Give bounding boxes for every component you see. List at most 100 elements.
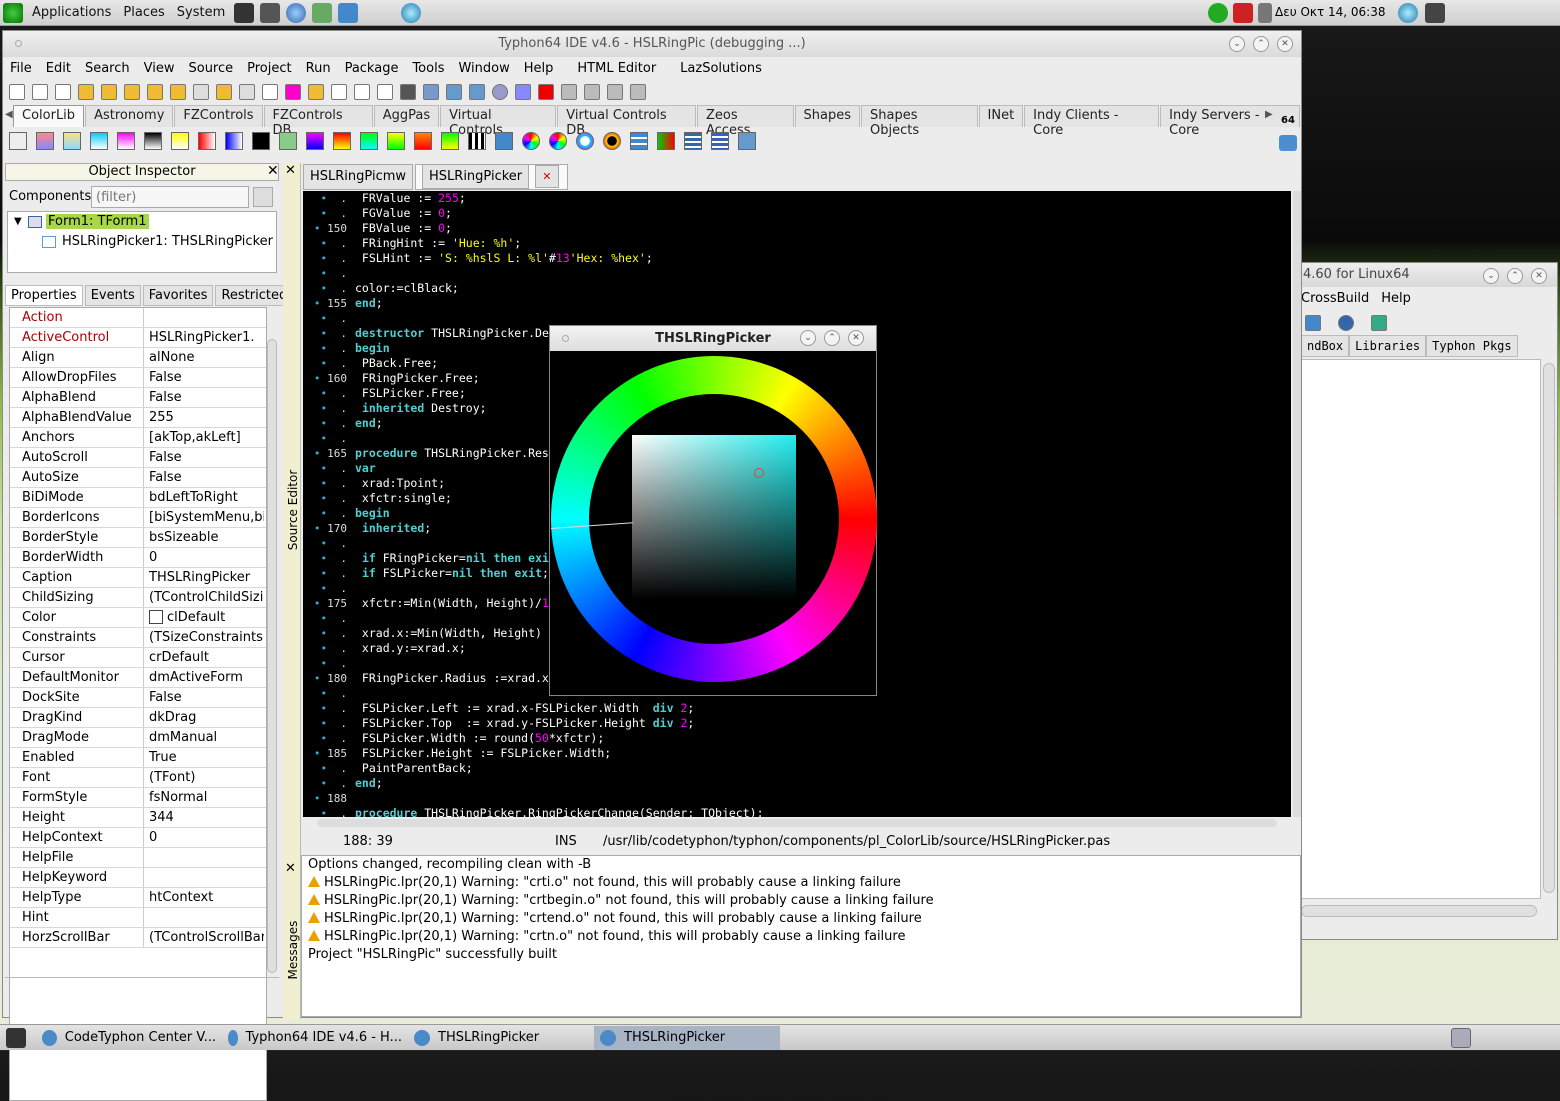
property-value[interactable]: False [144, 688, 264, 707]
property-row[interactable]: AutoScroll False [10, 448, 266, 468]
oi-tab-properties[interactable]: Properties [5, 285, 83, 306]
terminal-icon[interactable] [234, 2, 255, 23]
stop-icon[interactable] [538, 84, 554, 100]
typhon-swirl-icon[interactable] [401, 2, 422, 23]
code-line[interactable]: • . [303, 266, 1283, 281]
code-line[interactable]: • . color:=clBlack; [303, 281, 1283, 296]
se-close-icon[interactable]: ✕ [285, 163, 296, 178]
browser-icon[interactable] [286, 2, 307, 23]
property-value[interactable]: 344 [144, 808, 264, 827]
open-recent-icon[interactable] [101, 84, 117, 100]
property-value[interactable] [144, 908, 264, 927]
menu-source[interactable]: Source [181, 61, 240, 76]
property-value[interactable]: False [144, 368, 264, 387]
open-project-icon[interactable] [124, 84, 140, 100]
code-line[interactable]: • . [303, 311, 1283, 326]
property-row[interactable]: AlphaBlendValue 255 [10, 408, 266, 428]
clock[interactable]: Δευ Οκτ 14, 06:38 [1275, 5, 1386, 19]
property-row[interactable]: ▸BorderIcons[biSystemMenu,bi [10, 508, 266, 528]
palette-component-icon[interactable] [657, 132, 675, 150]
palette-tab-fzcontrols-db[interactable]: FZControls DB [263, 105, 373, 138]
bg-menu-crossbuild[interactable]: CrossBuild [1301, 291, 1369, 306]
package-icon[interactable] [308, 84, 324, 100]
tools-icon[interactable] [312, 2, 333, 23]
code-line[interactable]: • . FRValue := 255; [303, 191, 1283, 206]
palette-tab-indy-clients-core[interactable]: Indy Clients - Core [1024, 105, 1160, 138]
panel-menu-system[interactable]: System [171, 5, 231, 20]
property-value[interactable] [144, 848, 264, 867]
palette-component-icon[interactable] [198, 132, 216, 150]
picker-window-menu-icon[interactable] [562, 335, 569, 342]
code-line[interactable]: • . FGValue := 0; [303, 206, 1283, 221]
code-line[interactable]: • 188 [303, 791, 1283, 806]
property-row[interactable]: ▸Anchors[akTop,akLeft] [10, 428, 266, 448]
code-line[interactable]: • . FSLPicker.Left := xrad.x-FSLPicker.W… [303, 701, 1283, 716]
property-row[interactable]: Height 344 [10, 808, 266, 828]
palette-component-icon[interactable] [603, 132, 621, 150]
code-line[interactable]: • 150 FBValue := 0; [303, 221, 1283, 236]
palette-component-icon[interactable] [522, 132, 540, 150]
view-units-icon[interactable] [331, 84, 347, 100]
property-row[interactable]: BorderWidth 0 [10, 548, 266, 568]
palette-tab-zeos-access[interactable]: Zeos Access [697, 105, 794, 138]
palette-component-icon[interactable] [90, 132, 108, 150]
view-forms-icon[interactable] [354, 84, 370, 100]
menu-tools[interactable]: Tools [405, 61, 451, 76]
palette-component-icon[interactable] [63, 132, 81, 150]
saturation-lightness-square[interactable] [632, 435, 796, 599]
palette-component-icon[interactable] [387, 132, 405, 150]
task-typhon-ide[interactable]: Typhon64 IDE v4.6 - H... [222, 1026, 408, 1050]
property-value[interactable]: (TFont) [144, 768, 264, 787]
property-value[interactable]: dmManual [144, 728, 264, 747]
property-row[interactable]: Hint [10, 908, 266, 928]
close-button[interactable]: ✕ [1277, 36, 1293, 52]
sl-picker-cursor[interactable] [754, 468, 764, 478]
code-line[interactable]: • . end; [303, 776, 1283, 791]
palette-down-arrow-icon[interactable] [1279, 135, 1297, 151]
palette-scroll-right-icon[interactable]: ▶ [1265, 109, 1273, 120]
step-into-icon[interactable] [584, 84, 600, 100]
property-row[interactable]: BorderStyle bsSizeable [10, 528, 266, 548]
picker-maximize-button[interactable]: ⌃ [824, 330, 840, 346]
palette-tab-aggpas[interactable]: AggPas [373, 105, 440, 127]
menu-file[interactable]: File [3, 61, 39, 76]
palette-component-icon[interactable] [576, 132, 594, 150]
property-value[interactable] [144, 308, 264, 327]
menu-search[interactable]: Search [78, 61, 137, 76]
bg-tab-sandbox[interactable]: ndBox [1301, 335, 1350, 357]
property-row[interactable]: Color clDefault [10, 608, 266, 628]
menu-edit[interactable]: Edit [39, 61, 78, 76]
tab-close-icon[interactable]: ✕ [535, 165, 559, 188]
toggle-form-icon[interactable] [377, 84, 393, 100]
oi-tab-restricted[interactable]: Restricted [215, 285, 294, 306]
panel-menu-applications[interactable]: Applications [26, 5, 117, 20]
picker-close-button[interactable]: ✕ [848, 330, 864, 346]
palette-scroll-left-icon[interactable]: ◀ [5, 109, 13, 120]
property-row[interactable]: ▸ChildSizing(TControlChildSizin [10, 588, 266, 608]
palette-tab-inet[interactable]: INet [978, 105, 1024, 127]
step-out-icon[interactable] [607, 84, 623, 100]
maximize-button[interactable]: ⌃ [1253, 36, 1269, 52]
bg-tab-typhon-pkgs[interactable]: Typhon Pkgs [1426, 335, 1518, 357]
property-row[interactable]: Action [10, 308, 266, 328]
bg-tab-libraries[interactable]: Libraries [1349, 335, 1427, 357]
palette-component-icon[interactable] [630, 132, 648, 150]
menu-run[interactable]: Run [299, 61, 338, 76]
palette-tab-fzcontrols[interactable]: FZControls [174, 105, 263, 127]
compile-icon[interactable] [446, 84, 462, 100]
property-value[interactable]: True [144, 748, 264, 767]
property-grid-scrollbar[interactable] [267, 339, 277, 973]
code-line[interactable]: • . FSLPicker.Width := round(50*xfctr); [303, 731, 1283, 746]
property-row[interactable]: Caption THSLRingPicker [10, 568, 266, 588]
calendar-icon[interactable] [338, 2, 359, 23]
clear-filter-icon[interactable] [253, 187, 273, 207]
message-item[interactable]: HSLRingPic.lpr(20,1) Warning: "crtend.o"… [302, 910, 1300, 928]
task-codetyphon-center[interactable]: CodeTyphon Center V... [36, 1026, 222, 1050]
property-row[interactable]: AlphaBlend False [10, 388, 266, 408]
property-row[interactable]: DragMode dmManual [10, 728, 266, 748]
show-desktop-icon[interactable] [6, 1027, 26, 1048]
edit-icon[interactable] [262, 84, 278, 100]
palette-tab-astronomy[interactable]: Astronomy [85, 105, 174, 127]
palette-component-icon[interactable] [171, 132, 189, 150]
minimize-button[interactable]: ⌄ [1229, 36, 1245, 52]
